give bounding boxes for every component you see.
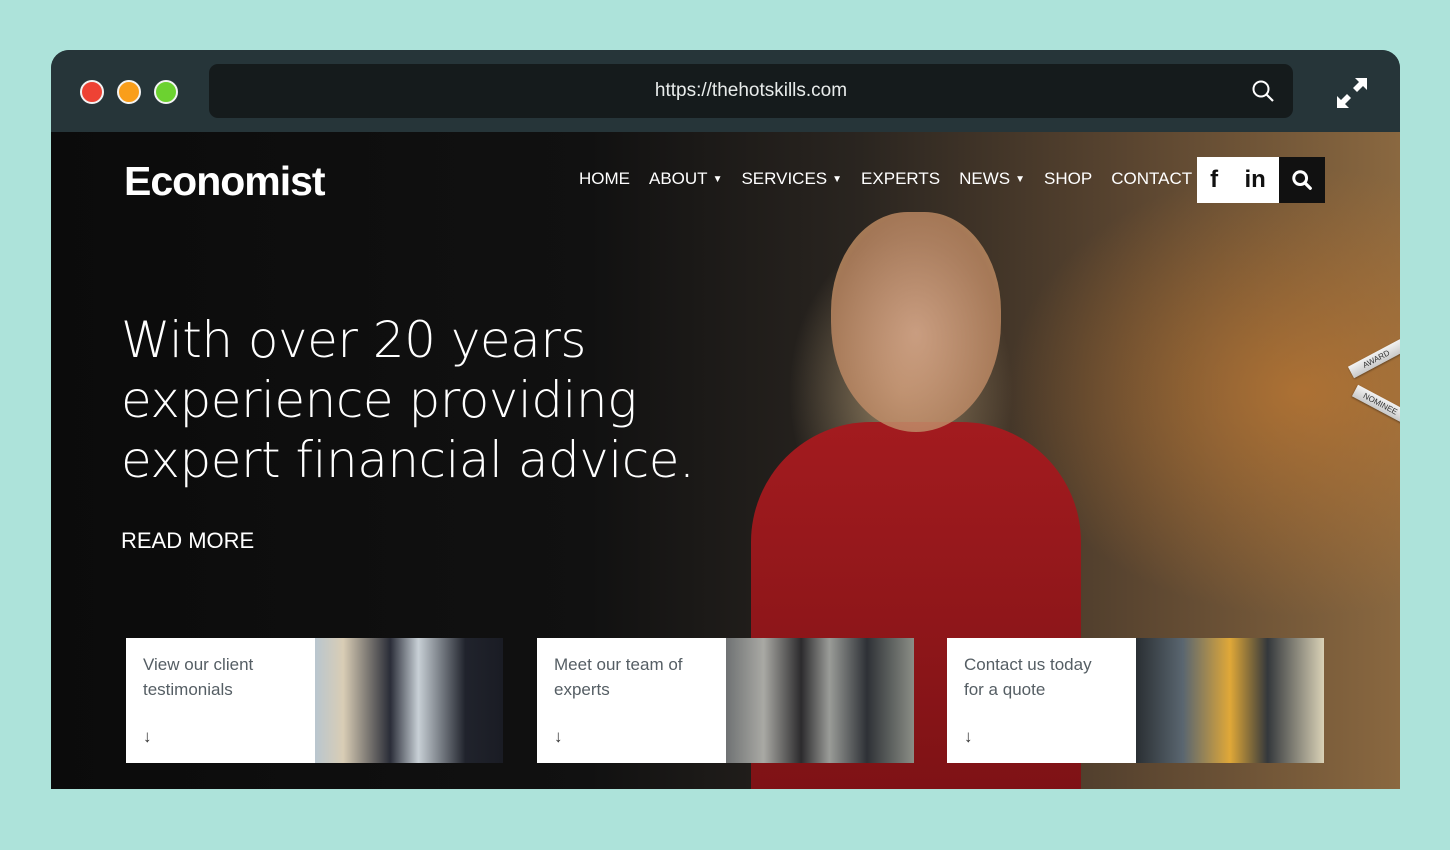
arrow-down-icon: ↓	[554, 727, 563, 746]
minimize-window-button[interactable]	[117, 80, 141, 104]
hero-section: Economist HOME ABOUT ▼ SERVICES ▼ EXPERTS …	[51, 132, 1400, 789]
search-icon[interactable]	[1251, 79, 1275, 103]
facebook-icon[interactable]: f	[1210, 166, 1218, 194]
arrow-down-icon: ↓	[964, 727, 973, 746]
card-text: Meet our team of	[554, 655, 683, 674]
nav-home[interactable]: HOME	[579, 169, 630, 189]
expand-icon[interactable]	[1335, 76, 1369, 110]
card-quote[interactable]: Contact us today for a quote ↓	[947, 638, 1324, 763]
nav-label: NEWS	[959, 169, 1011, 188]
nav-services[interactable]: SERVICES ▼	[741, 169, 842, 189]
headline-line: experience providing	[121, 371, 637, 429]
badge-award-text: AWARD	[1347, 337, 1400, 379]
caret-down-icon: ▼	[832, 174, 843, 185]
main-nav: HOME ABOUT ▼ SERVICES ▼ EXPERTS NEWS ▼ SHOP…	[579, 169, 1192, 189]
card-experts[interactable]: Meet our team of experts ↓	[537, 638, 914, 763]
caret-down-icon: ▼	[1015, 174, 1026, 185]
read-more-link[interactable]: READ MORE	[121, 528, 254, 554]
headline-line: expert financial advice.	[121, 431, 695, 489]
browser-window: https://thehotskills.com Economist HOME …	[51, 50, 1400, 789]
nav-experts[interactable]: EXPERTS	[861, 169, 940, 189]
url-text: https://thehotskills.com	[654, 80, 848, 101]
card-image	[315, 638, 503, 763]
badge-nominee-text: NOMINEE	[1351, 384, 1400, 425]
hero-headline: With over 20 years experience providing …	[121, 310, 695, 490]
nav-news[interactable]: NEWS ▼	[959, 169, 1025, 189]
headline-line: With over 20 years	[121, 311, 586, 369]
card-testimonials[interactable]: View our client testimonials ↓	[126, 638, 503, 763]
arrow-down-icon: ↓	[143, 727, 152, 746]
nav-label: CONTACT	[1111, 169, 1193, 188]
linkedin-icon[interactable]: in	[1244, 166, 1265, 194]
close-window-button[interactable]	[80, 80, 104, 104]
browser-titlebar: https://thehotskills.com	[51, 50, 1400, 132]
nav-about[interactable]: ABOUT ▼	[649, 169, 722, 189]
maximize-window-button[interactable]	[154, 80, 178, 104]
card-text: experts	[554, 680, 610, 699]
card-text: Contact us today	[964, 655, 1092, 674]
nav-label: SERVICES	[741, 169, 828, 188]
caret-down-icon: ▼	[712, 174, 723, 185]
address-bar[interactable]: https://thehotskills.com	[209, 64, 1293, 118]
social-links: f in	[1197, 157, 1279, 203]
nav-shop[interactable]: SHOP	[1044, 169, 1092, 189]
card-text: for a quote	[964, 680, 1046, 699]
nav-contact[interactable]: CONTACT	[1111, 169, 1192, 189]
nav-label: ABOUT	[649, 169, 708, 188]
hero-image-face	[831, 212, 1001, 432]
card-image	[1136, 638, 1324, 763]
nav-label: EXPERTS	[861, 169, 941, 188]
nav-label: HOME	[579, 169, 630, 188]
card-text: View our client	[143, 655, 254, 674]
award-nominee-badge[interactable]: AWARD NOMINEE	[1347, 337, 1400, 425]
card-image	[726, 638, 914, 763]
site-logo[interactable]: Economist	[124, 158, 326, 205]
card-text: testimonials	[143, 680, 233, 699]
nav-label: SHOP	[1044, 169, 1093, 188]
site-search-button[interactable]	[1279, 157, 1325, 203]
search-icon	[1292, 170, 1312, 190]
